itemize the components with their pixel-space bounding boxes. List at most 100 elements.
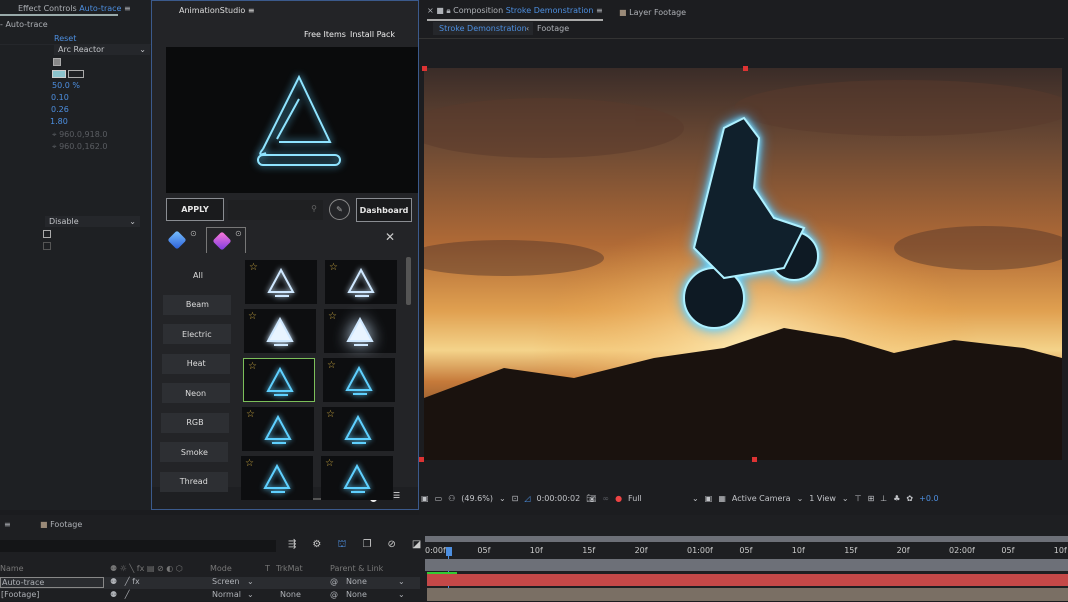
breadcrumb-footage[interactable]: Footage (537, 24, 569, 33)
mask-icon[interactable]: ⚇ (448, 494, 455, 503)
camera-icon[interactable]: 📷︎ (586, 494, 596, 503)
star-icon[interactable]: ☆ (246, 409, 255, 420)
parent-dropdown[interactable]: None (346, 590, 367, 599)
work-area-bar[interactable] (425, 536, 1068, 542)
parent-dropdown[interactable]: None (346, 577, 367, 586)
motion-blur-icon[interactable]: ❐ (363, 539, 372, 552)
frame-blend-icon[interactable]: ⛫ (337, 539, 346, 552)
category-smoke[interactable]: Smoke (160, 442, 229, 462)
graph-icon[interactable]: ♣ (893, 494, 900, 503)
star-icon[interactable]: ☆ (325, 458, 334, 469)
channels-icon[interactable]: ● (615, 494, 622, 503)
zoom-dropdown[interactable]: (49.6%) (461, 494, 493, 503)
exposure-value[interactable]: +0.0 (919, 494, 938, 503)
monitor-icon[interactable]: ▭ (435, 494, 443, 503)
draft-3d-icon[interactable]: ⊘ (388, 539, 396, 552)
preset-thumbnail[interactable]: ☆ (241, 456, 313, 500)
chevron-down-icon[interactable]: ⌄ (247, 590, 254, 599)
fit-icon[interactable]: ⊡ (512, 494, 519, 503)
composition-tab[interactable]: × ■ 🔒︎ Composition Stroke Demonstration … (427, 6, 603, 21)
close-icon[interactable]: × (427, 6, 434, 15)
category-neon[interactable]: Neon (161, 383, 230, 403)
camera-dropdown[interactable]: Active Camera (732, 494, 791, 503)
checkbox-disabled[interactable] (43, 242, 51, 250)
star-icon[interactable]: ☆ (328, 311, 337, 322)
exposure-icon[interactable]: ✿ (906, 494, 913, 503)
layer-bar-auto-trace[interactable] (427, 574, 1068, 586)
preset-dropdown[interactable]: Arc Reactor ⌄ (54, 44, 150, 55)
menu-icon[interactable]: ≡ (248, 6, 255, 15)
point-2[interactable]: ⌖ 960.0,162.0 (52, 142, 107, 152)
layer-row[interactable]: Auto-trace ⚉ ╱ fx Screen ⌄ @ None ⌄ (0, 577, 420, 589)
apply-button[interactable]: APPLY (166, 198, 224, 221)
star-icon[interactable]: ☆ (248, 311, 257, 322)
tools-icon[interactable]: ✕ (385, 230, 395, 244)
snapshot-icon[interactable]: ▣ (421, 494, 429, 503)
preset-thumbnail[interactable]: ☆ (242, 407, 314, 451)
lock-icon[interactable]: 🔒︎ (446, 6, 450, 15)
layer-name[interactable]: [Footage] (0, 590, 104, 599)
pickwhip-icon[interactable]: @ (330, 590, 338, 599)
chevron-down-icon[interactable]: ⌄ (692, 494, 699, 503)
timeline-tab[interactable]: ■ Footage (40, 520, 82, 529)
star-icon[interactable]: ☆ (327, 360, 336, 371)
timeline-search[interactable] (0, 540, 276, 552)
pickwhip-icon[interactable]: @ (330, 577, 338, 586)
star-icon[interactable]: ☆ (245, 458, 254, 469)
menu-icon[interactable]: ≡ (124, 4, 131, 13)
pack-tab-active[interactable]: ⊙ (206, 227, 246, 253)
value-1[interactable]: 50.0 % (52, 81, 80, 90)
checkbox[interactable] (43, 230, 51, 238)
checkbox[interactable] (53, 58, 61, 66)
category-thread[interactable]: Thread (159, 471, 228, 492)
switches[interactable]: ⚉ ╱ (110, 590, 130, 599)
category-electric[interactable]: Electric (162, 324, 231, 344)
menu-icon[interactable]: ≡ (596, 6, 603, 15)
category-all[interactable]: All (164, 265, 232, 285)
list-view-icon[interactable]: ☰ (393, 491, 400, 500)
transform-handle[interactable] (752, 457, 757, 462)
preset-thumbnail[interactable]: ☆ (321, 456, 393, 500)
composition-viewer[interactable] (424, 68, 1062, 460)
time-ruler[interactable]: 0:00f 05f 10f 15f 20f 01:00f 05f 10f 15f 20f 02:00… (425, 543, 1068, 559)
effect-controls-tab[interactable]: Effect Controls Auto-trace ≡ (0, 0, 131, 16)
view-layout-dropdown[interactable]: 1 View (809, 494, 836, 503)
effect-name[interactable]: - Auto-trace (0, 20, 48, 29)
toggle-icon[interactable]: ⊤ (855, 494, 862, 503)
chevron-down-icon[interactable]: ⌄ (797, 494, 804, 503)
preset-thumbnail[interactable]: ☆ (323, 358, 395, 402)
trkmat-dropdown[interactable]: None (280, 590, 301, 599)
timecode[interactable]: 0:00:00:02 (537, 494, 581, 503)
category-beam[interactable]: Beam (163, 294, 232, 315)
chevron-down-icon[interactable]: ⌄ (247, 577, 254, 586)
layer-name[interactable]: Auto-trace (0, 577, 104, 588)
layer-bar-footage[interactable] (427, 588, 1068, 601)
category-heat[interactable]: Heat (162, 353, 231, 374)
transform-handle[interactable] (422, 66, 427, 71)
dashboard-button[interactable]: Dashboard (356, 198, 412, 222)
transform-handle[interactable] (419, 457, 424, 462)
info-icon[interactable]: ⊙ (190, 229, 197, 238)
preset-thumbnail[interactable]: ☆ (245, 260, 317, 304)
star-icon[interactable]: ☆ (248, 361, 257, 372)
mode-dropdown[interactable]: Disable ⌄ (45, 216, 140, 227)
menu-icon[interactable]: ≡ (4, 520, 11, 529)
region-icon[interactable]: ◿ (524, 494, 530, 503)
link-icon[interactable]: ∞ (602, 494, 609, 503)
value-4[interactable]: 1.80 (50, 117, 68, 126)
pen-icon[interactable]: ✎ (329, 199, 350, 220)
info-icon[interactable]: ⊙ (235, 229, 242, 238)
roi-icon[interactable]: ▣ (705, 494, 713, 503)
search-input[interactable]: ⚲ (228, 200, 323, 220)
category-rgb[interactable]: RGB (161, 412, 229, 433)
free-items-link[interactable]: Free Items (304, 30, 346, 39)
star-icon[interactable]: ☆ (249, 262, 258, 273)
preset-thumbnail[interactable]: ☆ (244, 309, 316, 353)
3d-icon[interactable]: ⊞ (868, 494, 875, 503)
preset-thumbnail[interactable]: ☆ (243, 358, 315, 402)
color-swatch[interactable] (52, 70, 66, 78)
transparency-icon[interactable]: ▦ (718, 494, 726, 503)
breadcrumb-comp[interactable]: Stroke Demonstration (433, 22, 533, 35)
switches[interactable]: ⚉ ╱ fx (110, 577, 140, 586)
point-1[interactable]: ⌖ 960.0,918.0 (52, 130, 107, 140)
